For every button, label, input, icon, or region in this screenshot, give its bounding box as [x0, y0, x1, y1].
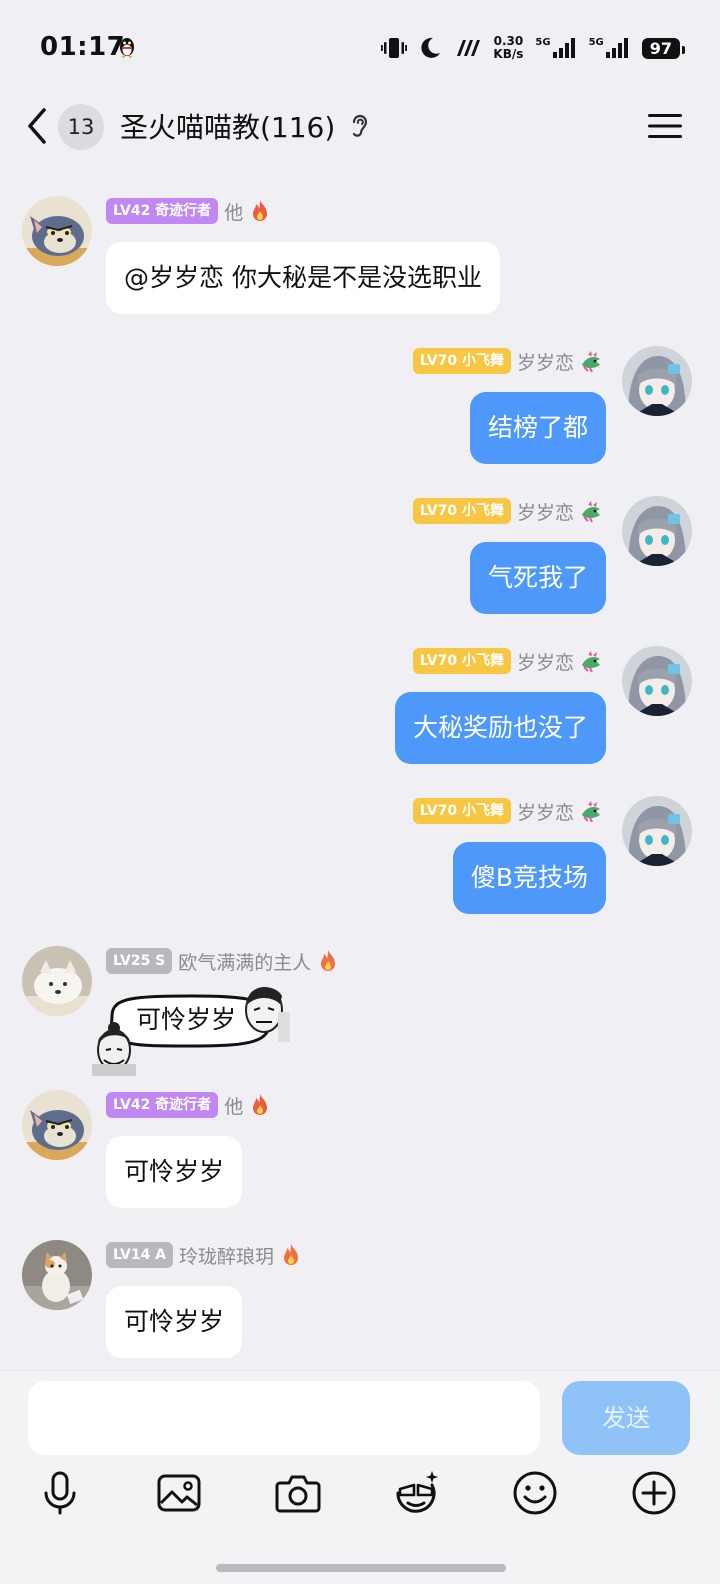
message-meta: LV14 A 玲珑醉琅玥 [106, 1242, 302, 1268]
avatar[interactable] [622, 796, 692, 866]
sender-name[interactable]: 玲珑醉琅玥 [179, 1242, 274, 1269]
plus-icon [632, 1471, 676, 1515]
image-icon [157, 1474, 201, 1512]
anime-girl-avatar-icon [622, 796, 692, 866]
message-bubble[interactable]: 气死我了 [469, 542, 606, 614]
camera-icon [275, 1475, 321, 1513]
chat-header: 13 圣火喵喵教(116) [0, 96, 720, 160]
send-button[interactable]: 发送 [562, 1381, 690, 1455]
dragon-icon [582, 351, 600, 373]
message-meta: LV25 S 欧气满满的主人 [106, 948, 339, 974]
dragon-icon [582, 801, 600, 823]
message-meta: LV70 小飞舞 岁岁恋 [412, 498, 602, 525]
nfc-icon [457, 40, 481, 56]
level-badge: LV70 小飞舞 [412, 498, 511, 524]
fire-icon [253, 200, 268, 221]
level-badge: LV70 小飞舞 [412, 648, 511, 674]
avatar[interactable] [622, 646, 692, 716]
sender-name[interactable]: 欧气满满的主人 [178, 948, 311, 975]
sticker-text: 可怜岁岁 [136, 1005, 237, 1034]
message-bubble[interactable]: 结榜了都 [469, 392, 606, 464]
level-badge: LV14 A [106, 1242, 174, 1268]
network-speed: 0.30 KB/s [493, 35, 523, 61]
emoji-button[interactable] [511, 1469, 559, 1517]
level-badge: LV42 奇迹行者 [106, 1092, 219, 1118]
avatar[interactable] [622, 346, 692, 416]
sticker-icon [396, 1471, 438, 1513]
message-meta: LV70 小飞舞 岁岁恋 [412, 798, 602, 825]
message-bubble[interactable]: @岁岁恋 你大秘是不是没选职业 [106, 242, 500, 314]
fire-icon [321, 950, 336, 971]
fire-icon [253, 1094, 268, 1115]
signal-sim1: 5G [535, 37, 576, 58]
status-time: 01:17 [40, 32, 126, 62]
status-bar: 01:17 0.30 KB/s 5G 5G 97 [0, 0, 720, 96]
level-badge: LV70 小飞舞 [412, 348, 511, 374]
sim1-label: 5G [535, 37, 551, 48]
message-meta: LV42 奇迹行者 他 [106, 198, 271, 224]
sender-name[interactable]: 岁岁恋 [517, 798, 574, 825]
message-meta: LV70 小飞舞 岁岁恋 [412, 648, 602, 675]
sender-name[interactable]: 岁岁恋 [517, 348, 574, 375]
signal-sim2: 5G [588, 37, 630, 58]
avatar[interactable] [22, 196, 92, 266]
more-button[interactable] [630, 1469, 678, 1517]
sender-name[interactable]: 他 [224, 1092, 243, 1119]
unread-count-badge[interactable]: 13 [58, 104, 104, 150]
tom-cat-avatar-icon [22, 1090, 92, 1160]
avatar[interactable] [622, 496, 692, 566]
menu-icon[interactable] [648, 112, 682, 140]
sticker-button[interactable] [392, 1469, 440, 1517]
moon-icon [421, 37, 441, 58]
white-dog-avatar-icon [22, 946, 92, 1016]
sender-name[interactable]: 他 [224, 198, 243, 225]
dragon-icon [582, 501, 600, 523]
ear-icon[interactable] [350, 112, 370, 140]
emoji-icon [513, 1471, 557, 1515]
level-badge: LV25 S [106, 948, 173, 974]
qq-penguin-icon [120, 38, 134, 58]
anime-girl-avatar-icon [622, 646, 692, 716]
vibrate-icon [381, 38, 408, 58]
avatar[interactable] [22, 1090, 92, 1160]
back-arrow-icon[interactable] [24, 106, 50, 146]
message-bubble[interactable]: 大秘奖励也没了 [394, 692, 606, 764]
message-bubble[interactable]: 可怜岁岁 [106, 1286, 243, 1358]
signal-bars-icon [605, 38, 628, 58]
chat-title[interactable]: 圣火喵喵教(116) [120, 106, 335, 146]
anime-girl-avatar-icon [622, 496, 692, 566]
home-indicator[interactable] [216, 1564, 506, 1572]
message-meta: LV70 小飞舞 岁岁恋 [412, 348, 602, 375]
fire-icon [284, 1244, 299, 1265]
voice-button[interactable] [36, 1469, 84, 1517]
level-badge: LV42 奇迹行者 [106, 198, 219, 224]
input-area: 发送 [0, 1370, 720, 1584]
meme-sticker[interactable]: 可怜岁岁 [92, 976, 292, 1076]
anime-girl-avatar-icon [622, 346, 692, 416]
level-badge: LV70 小飞舞 [412, 798, 511, 824]
sender-name[interactable]: 岁岁恋 [517, 498, 574, 525]
sender-name[interactable]: 岁岁恋 [517, 648, 574, 675]
avatar[interactable] [22, 1240, 92, 1310]
microphone-icon [44, 1471, 76, 1515]
tom-cat-avatar-icon [22, 196, 92, 266]
message-bubble[interactable]: 可怜岁岁 [106, 1136, 243, 1208]
input-toolbar [0, 1469, 720, 1529]
message-input[interactable] [28, 1381, 540, 1455]
message-meta: LV42 奇迹行者 他 [106, 1092, 271, 1118]
status-indicators: 0.30 KB/s 5G 5G 97 [381, 34, 686, 62]
battery-level: 97 [641, 37, 686, 59]
net-speed-unit: KB/s [493, 47, 524, 61]
image-button[interactable] [155, 1469, 203, 1517]
signal-bars-icon [552, 38, 575, 58]
kitten-avatar-icon [22, 1240, 92, 1310]
avatar[interactable] [22, 946, 92, 1016]
sim2-label: 5G [588, 37, 604, 48]
message-bubble[interactable]: 傻B竞技场 [452, 842, 606, 914]
camera-button[interactable] [274, 1469, 322, 1517]
dragon-icon [582, 651, 600, 673]
